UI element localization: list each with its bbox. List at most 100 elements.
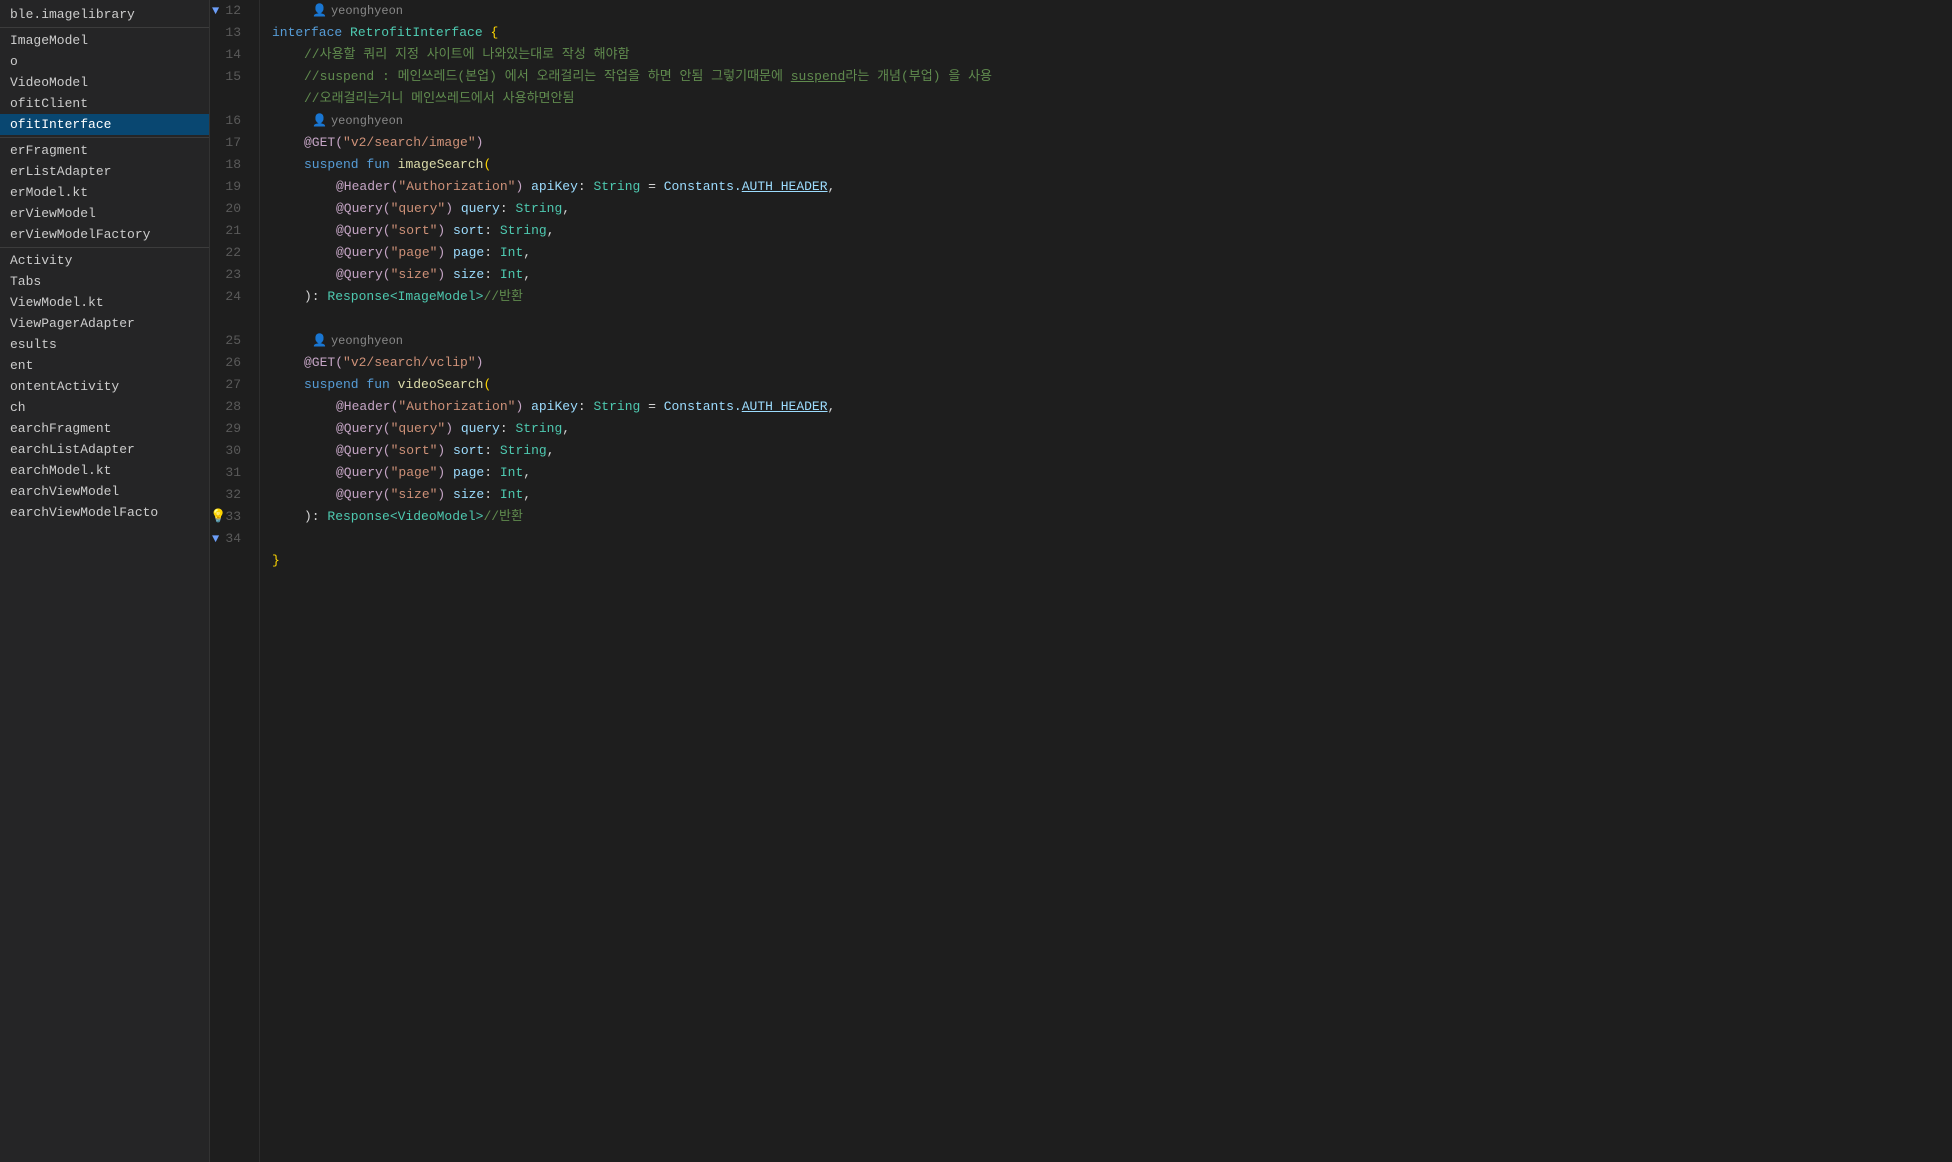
open-brace-12: { (490, 22, 498, 44)
op-27: : (578, 396, 594, 418)
comment-14: //suspend : 메인쓰레드(본업) 에서 오래걸리는 작업을 하면 안됨… (304, 66, 791, 88)
code-line-23: ): Response<ImageModel> //반환 (272, 286, 1952, 308)
comma-30: , (523, 462, 531, 484)
sidebar-item-searchviewmodelfactory[interactable]: earchViewModelFacto (0, 502, 209, 523)
sidebar-item-viewpageradapter[interactable]: ViewPagerAdapter (0, 313, 209, 334)
sidebar-item-erviewmodelfactory[interactable]: erViewModelFactory (0, 224, 209, 245)
fn-imagesearch: imageSearch (398, 154, 484, 176)
gutter-34: ▼ 34 (210, 528, 249, 550)
file-tree[interactable]: ble.imagelibrary ImageModel o VideoModel… (0, 0, 210, 1162)
code-line-33 (272, 528, 1952, 550)
string-21: "page" (391, 242, 438, 264)
sidebar-item-viewmodel[interactable]: ViewModel.kt (0, 292, 209, 313)
author-annotation-25: 👤 yeonghyeon (272, 330, 1952, 352)
code-line-26: suspend fun videoSearch ( (272, 374, 1952, 396)
close-brace-34: } (272, 550, 280, 572)
sidebar-item-erfragment[interactable]: erFragment (0, 140, 209, 161)
const-18: Constants. (664, 176, 742, 198)
gutter-15: 15 (210, 66, 249, 88)
annotation-header-27-close: ) (515, 396, 531, 418)
class-name-retrofit: RetrofitInterface (350, 22, 490, 44)
op-18: : (578, 176, 594, 198)
param-apikey-18: apiKey (531, 176, 578, 198)
sidebar-item-ermodel[interactable]: erModel.kt (0, 182, 209, 203)
gutter-28: 28 (210, 396, 249, 418)
sidebar-item-imagelibrary[interactable]: ble.imagelibrary (0, 4, 209, 25)
fn-videosearch: videoSearch (398, 374, 484, 396)
fold-12[interactable]: ▼ (212, 0, 219, 22)
param-page-30: page (453, 462, 484, 484)
annotation-query-19: @Query( (336, 198, 391, 220)
gutter-20: 20 (210, 198, 249, 220)
code-line-15: //오래걸리는거니 메인쓰레드에서 사용하면안됨 (272, 88, 1952, 110)
line-numbers: ▼ 12 13 14 15 16 17 18 19 20 21 22 23 24… (210, 0, 260, 1162)
comma-28: , (562, 418, 570, 440)
gutter-32: 32 (210, 484, 249, 506)
gutter-29: 29 (210, 418, 249, 440)
gutter-19: 19 (210, 176, 249, 198)
comma-27: , (828, 396, 836, 418)
sidebar-item-ch[interactable]: ch (0, 397, 209, 418)
kw-fun-26: fun (366, 374, 397, 396)
type-string-29: String (500, 440, 547, 462)
sidebar-item-contentactivity[interactable]: ontentActivity (0, 376, 209, 397)
sidebar-item-searchlistadapter[interactable]: earchListAdapter (0, 439, 209, 460)
author-icon-3: 👤 (312, 330, 327, 352)
code-line-17: suspend fun imageSearch ( (272, 154, 1952, 176)
code-line-27: @Header("Authorization") apiKey : String… (272, 396, 1952, 418)
comma-20: , (547, 220, 555, 242)
code-line-30: @Query("page") page : Int , (272, 462, 1952, 484)
sidebar-item-erviewmodel[interactable]: erViewModel (0, 203, 209, 224)
annotation-query-29: @Query( (336, 440, 391, 462)
close-paren-23: ): (304, 286, 327, 308)
sidebar-item-searchfragment[interactable]: earchFragment (0, 418, 209, 439)
sidebar-item-imagemodel[interactable]: ImageModel (0, 30, 209, 51)
sidebar-item-searchmodel[interactable]: earchModel.kt (0, 460, 209, 481)
sidebar-item-erlistadapter[interactable]: erListAdapter (0, 161, 209, 182)
sidebar-item-ofitclient[interactable]: ofitClient (0, 93, 209, 114)
sidebar-item-activity[interactable]: Activity (0, 250, 209, 271)
annotation-query-20: @Query( (336, 220, 391, 242)
kw-suspend-17: suspend (304, 154, 366, 176)
param-query-19: query (461, 198, 500, 220)
annotation-query-19-close: ) (445, 198, 461, 220)
annotation-query-29-close: ) (437, 440, 453, 462)
gutter-13: 13 (210, 22, 249, 44)
op-21: : (484, 242, 500, 264)
code-editor: ▼ 12 13 14 15 16 17 18 19 20 21 22 23 24… (210, 0, 1952, 1162)
code-line-32: ): Response<VideoModel> //반환 (272, 506, 1952, 528)
comment-32: //반환 (483, 506, 523, 528)
code-line-31: @Query("size") size : Int , (272, 484, 1952, 506)
string-16: "v2/search/image" (343, 132, 476, 154)
divider (0, 27, 209, 28)
string-25: "v2/search/vclip" (343, 352, 476, 374)
fold-34[interactable]: ▼ (212, 528, 219, 550)
annotation-get-25: @GET( (304, 352, 343, 374)
type-response-23: Response<ImageModel> (327, 286, 483, 308)
sidebar-item-searchviewmodel[interactable]: earchViewModel (0, 481, 209, 502)
const-27: Constants. (664, 396, 742, 418)
divider2 (0, 137, 209, 138)
sidebar-item-ent[interactable]: ent (0, 355, 209, 376)
sidebar-item-tabs[interactable]: Tabs (0, 271, 209, 292)
code-line-21: @Query("page") page : Int , (272, 242, 1952, 264)
code-body: 👤 yeonghyeon interface RetrofitInterface… (260, 0, 1952, 1162)
sidebar-item-videomodel[interactable]: VideoModel (0, 72, 209, 93)
bulb-33[interactable]: 💡 (210, 506, 226, 528)
sidebar-item-ofitinterface[interactable]: ofitInterface (0, 114, 209, 135)
author-annotation-top: 👤 yeonghyeon (272, 0, 1952, 22)
sidebar-item-o[interactable]: o (0, 51, 209, 72)
annotation-get-16-close: ) (476, 132, 484, 154)
param-apikey-27: apiKey (531, 396, 578, 418)
annotation-query-31-close: ) (437, 484, 453, 506)
gutter-18: 18 (210, 154, 249, 176)
author-annotation-16: 👤 yeonghyeon (272, 110, 1952, 132)
code-line-22: @Query("size") size : Int , (272, 264, 1952, 286)
op-eq-27: = (640, 396, 663, 418)
type-int-31: Int (500, 484, 523, 506)
annotation-query-21-close: ) (437, 242, 453, 264)
sidebar-item-results[interactable]: esults (0, 334, 209, 355)
author-name-3: yeonghyeon (331, 330, 403, 352)
author-name-2: yeonghyeon (331, 110, 403, 132)
gutter-26: 26 (210, 352, 249, 374)
